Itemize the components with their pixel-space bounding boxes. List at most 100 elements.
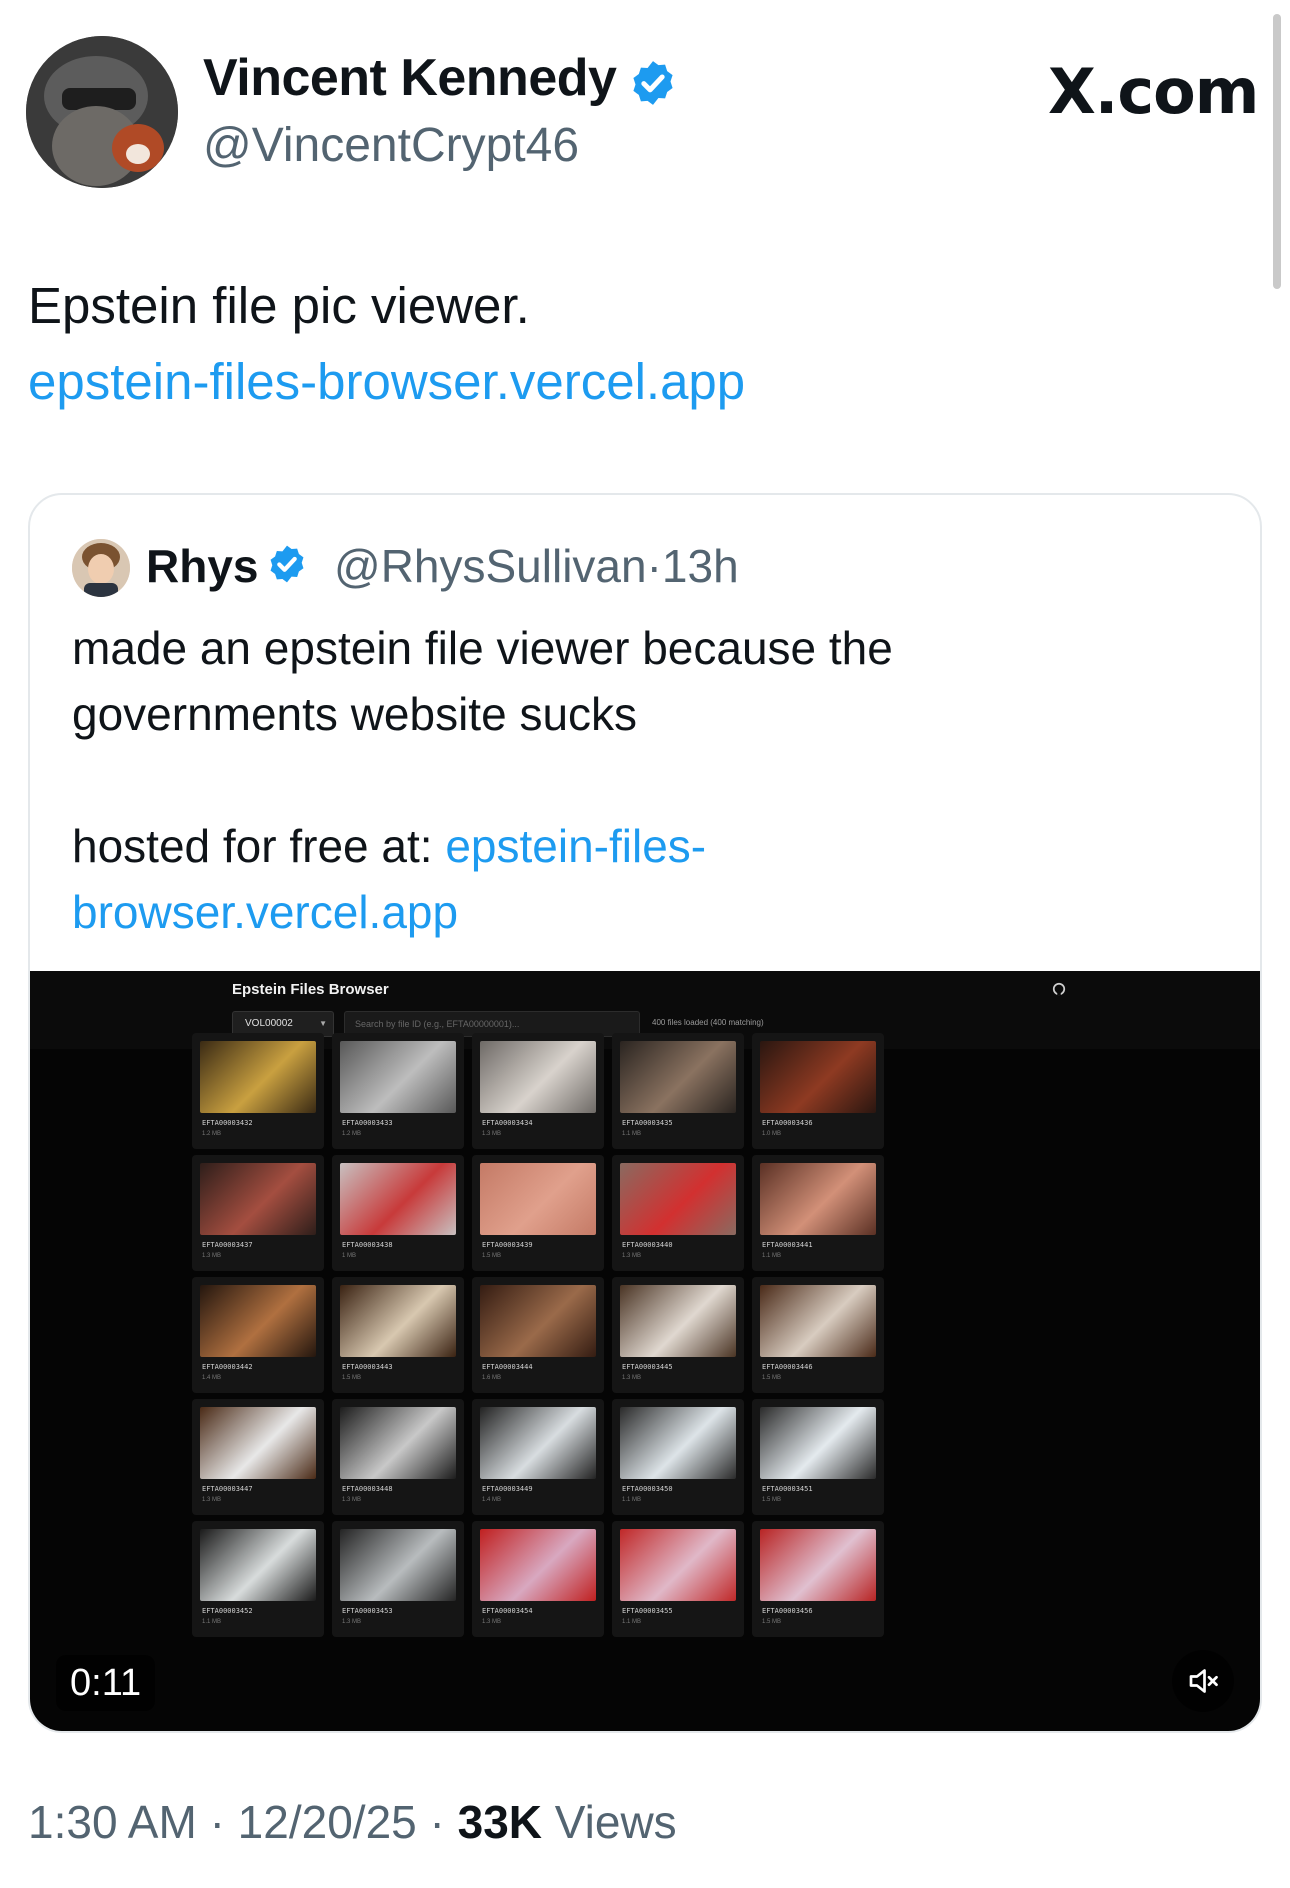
file-grid: EFTA00003432 1.2 MB EFTA00003433 1.2 MB EFTA… <box>30 971 1260 1731</box>
file-tile[interactable]: EFTA00003434 1.3 MB <box>472 1033 604 1149</box>
file-thumbnail <box>760 1285 876 1357</box>
video-duration: 0:11 <box>56 1655 156 1711</box>
file-tile[interactable]: EFTA00003441 1.1 MB <box>752 1155 884 1271</box>
quote-text: made an epstein file viewer because the … <box>72 615 1222 945</box>
file-size: 1.3 MB <box>622 1253 642 1259</box>
file-thumbnail <box>620 1041 736 1113</box>
file-id: EFTA00003453 <box>342 1607 393 1615</box>
views-label: Views <box>554 1796 677 1848</box>
file-id: EFTA00003449 <box>482 1485 533 1493</box>
file-tile[interactable]: EFTA00003445 1.3 MB <box>612 1277 744 1393</box>
quote-author-handle[interactable]: @RhysSullivan <box>334 540 647 592</box>
file-size: 1.5 MB <box>762 1375 782 1381</box>
file-tile[interactable]: EFTA00003439 1.5 MB <box>472 1155 604 1271</box>
quote-age[interactable]: 13h <box>662 540 739 592</box>
file-tile[interactable]: EFTA00003438 1 MB <box>332 1155 464 1271</box>
file-tile[interactable]: EFTA00003452 1.1 MB <box>192 1521 324 1637</box>
author-avatar[interactable] <box>26 36 178 188</box>
file-tile[interactable]: EFTA00003443 1.5 MB <box>332 1277 464 1393</box>
file-thumbnail <box>620 1163 736 1235</box>
file-thumbnail <box>480 1529 596 1601</box>
file-tile[interactable]: EFTA00003433 1.2 MB <box>332 1033 464 1149</box>
quote-author-name[interactable]: Rhys <box>146 539 258 593</box>
file-id: EFTA00003444 <box>482 1363 533 1371</box>
file-tile[interactable]: EFTA00003451 1.5 MB <box>752 1399 884 1515</box>
file-tile[interactable]: EFTA00003437 1.3 MB <box>192 1155 324 1271</box>
file-tile[interactable]: EFTA00003432 1.2 MB <box>192 1033 324 1149</box>
file-thumbnail <box>760 1407 876 1479</box>
file-thumbnail <box>480 1041 596 1113</box>
file-id: EFTA00003447 <box>202 1485 253 1493</box>
volume-muted-icon <box>1189 1669 1218 1693</box>
file-size: 1.1 MB <box>202 1619 222 1625</box>
file-thumbnail <box>340 1285 456 1357</box>
file-tile[interactable]: EFTA00003454 1.3 MB <box>472 1521 604 1637</box>
file-size: 1.5 MB <box>342 1375 362 1381</box>
file-size: 1.1 MB <box>762 1253 782 1259</box>
file-id: EFTA00003442 <box>202 1363 253 1371</box>
quote-author-avatar[interactable] <box>72 539 130 597</box>
tweet-link[interactable]: epstein-files-browser.vercel.app <box>28 352 745 411</box>
file-size: 1.3 MB <box>202 1253 222 1259</box>
file-tile[interactable]: EFTA00003446 1.5 MB <box>752 1277 884 1393</box>
file-thumbnail <box>340 1407 456 1479</box>
file-id: EFTA00003446 <box>762 1363 813 1371</box>
file-id: EFTA00003452 <box>202 1607 253 1615</box>
file-thumbnail <box>200 1163 316 1235</box>
file-tile[interactable]: EFTA00003444 1.6 MB <box>472 1277 604 1393</box>
post-date[interactable]: 12/20/25 <box>238 1796 417 1848</box>
file-id: EFTA00003435 <box>622 1119 673 1127</box>
file-size: 1 MB <box>342 1253 357 1259</box>
file-tile[interactable]: EFTA00003447 1.3 MB <box>192 1399 324 1515</box>
file-id: EFTA00003440 <box>622 1241 673 1249</box>
file-tile[interactable]: EFTA00003436 1.0 MB <box>752 1033 884 1149</box>
file-id: EFTA00003438 <box>342 1241 393 1249</box>
file-size: 1.3 MB <box>342 1619 362 1625</box>
file-id: EFTA00003433 <box>342 1119 393 1127</box>
file-id: EFTA00003451 <box>762 1485 813 1493</box>
quoted-tweet-card[interactable]: Rhys @RhysSullivan·13h made an epstein f… <box>28 493 1262 1733</box>
file-tile[interactable]: EFTA00003449 1.4 MB <box>472 1399 604 1515</box>
file-tile[interactable]: EFTA00003442 1.4 MB <box>192 1277 324 1393</box>
file-id: EFTA00003439 <box>482 1241 533 1249</box>
file-id: EFTA00003437 <box>202 1241 253 1249</box>
file-thumbnail <box>760 1529 876 1601</box>
file-tile[interactable]: EFTA00003435 1.1 MB <box>612 1033 744 1149</box>
file-size: 1.2 MB <box>202 1131 222 1137</box>
quote-link[interactable]: epstein-files- <box>445 820 706 872</box>
file-id: EFTA00003455 <box>622 1607 673 1615</box>
file-id: EFTA00003456 <box>762 1607 813 1615</box>
file-size: 1.6 MB <box>482 1375 502 1381</box>
file-size: 1.3 MB <box>482 1131 502 1137</box>
file-id: EFTA00003445 <box>622 1363 673 1371</box>
page-scrollbar[interactable] <box>1273 14 1281 289</box>
quote-separator: · <box>646 540 662 592</box>
file-id: EFTA00003441 <box>762 1241 813 1249</box>
post-time[interactable]: 1:30 AM <box>28 1796 197 1848</box>
author-name[interactable]: Vincent Kennedy <box>203 48 617 108</box>
file-tile[interactable]: EFTA00003440 1.3 MB <box>612 1155 744 1271</box>
file-tile[interactable]: EFTA00003450 1.1 MB <box>612 1399 744 1515</box>
video-player[interactable]: Epstein Files Browser VOL00002 ▼ Search … <box>30 971 1260 1731</box>
file-thumbnail <box>620 1529 736 1601</box>
file-thumbnail <box>340 1163 456 1235</box>
file-tile[interactable]: EFTA00003456 1.5 MB <box>752 1521 884 1637</box>
file-size: 1.4 MB <box>202 1375 222 1381</box>
file-thumbnail <box>760 1041 876 1113</box>
file-tile[interactable]: EFTA00003453 1.3 MB <box>332 1521 464 1637</box>
meta-separator: · <box>429 1796 445 1848</box>
author-handle[interactable]: @VincentCrypt46 <box>203 118 579 173</box>
quote-handle-line: @RhysSullivan·13h <box>334 539 739 593</box>
verified-badge-icon <box>633 61 673 105</box>
file-tile[interactable]: EFTA00003455 1.1 MB <box>612 1521 744 1637</box>
mute-button[interactable] <box>1172 1650 1234 1712</box>
views-count: 33K <box>457 1796 543 1848</box>
quote-text-line: made an epstein file viewer because the <box>72 622 893 674</box>
file-tile[interactable]: EFTA00003448 1.3 MB <box>332 1399 464 1515</box>
file-id: EFTA00003436 <box>762 1119 813 1127</box>
file-size: 1.3 MB <box>622 1375 642 1381</box>
quote-link[interactable]: browser.vercel.app <box>72 879 1222 945</box>
file-id: EFTA00003443 <box>342 1363 393 1371</box>
post-meta: 1:30 AM · 12/20/25 · 33K Views <box>28 1795 677 1849</box>
file-id: EFTA00003448 <box>342 1485 393 1493</box>
